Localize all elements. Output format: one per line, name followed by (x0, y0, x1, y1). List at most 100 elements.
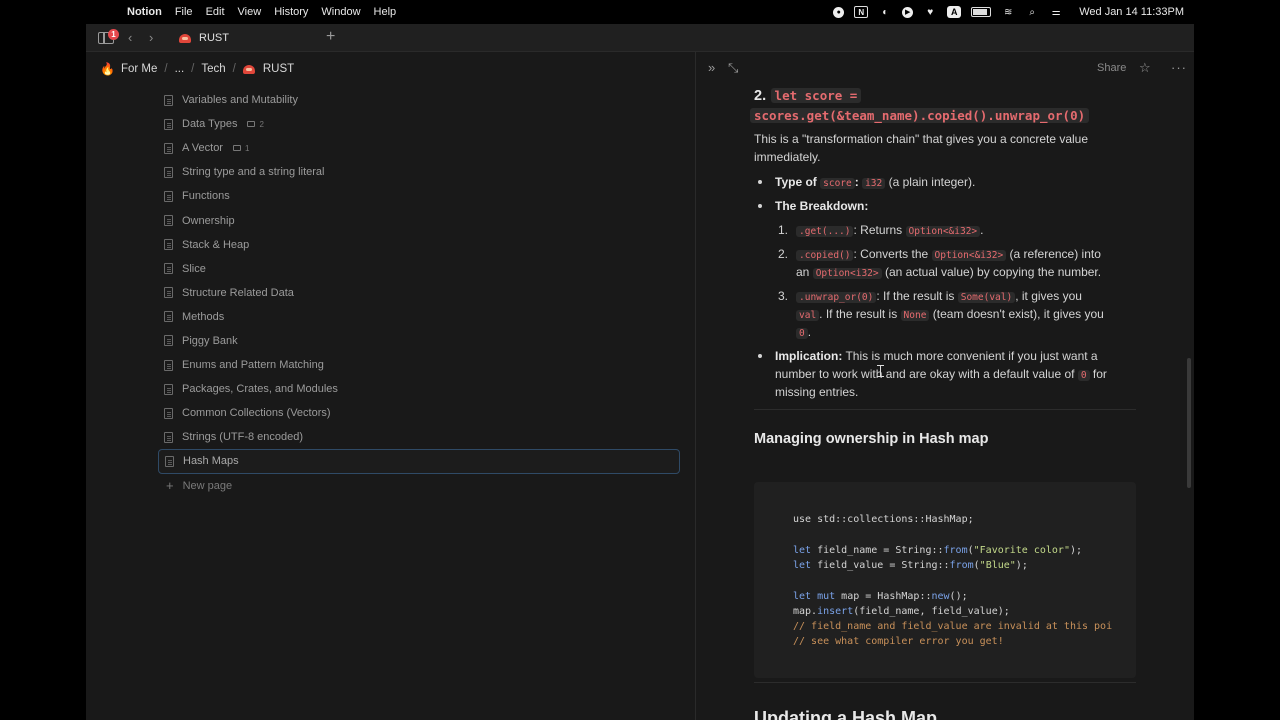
list-item[interactable]: Common Collections (Vectors) (158, 401, 680, 425)
breadcrumb-for-me[interactable]: For Me (121, 63, 157, 75)
bullet-implication-cont-2: missing entries. (775, 383, 1138, 401)
expand-icon[interactable]: ⤡ (728, 60, 738, 76)
breadcrumb-ellipsis[interactable]: ... (175, 63, 185, 75)
tab-rust[interactable]: RUST (168, 24, 318, 52)
list-item[interactable]: Methods (158, 305, 680, 329)
code-line: let field_name = String::from("Favorite … (793, 545, 1083, 556)
control-center-icon[interactable]: ⚌ (1049, 6, 1063, 18)
menu-edit[interactable]: Edit (206, 6, 225, 18)
breadcrumb-tech[interactable]: Tech (201, 63, 225, 75)
menu-file[interactable]: File (175, 6, 193, 18)
bullet-implication-cont: number to work with and are okay with a … (775, 365, 1138, 385)
heading-code-line-1: let score = (770, 88, 862, 103)
star-icon[interactable]: ☆ (1139, 60, 1151, 76)
list-item[interactable]: Variables and Mutability (158, 88, 680, 112)
scrollbar[interactable] (1187, 358, 1191, 488)
share-button[interactable]: Share (1097, 62, 1126, 74)
type-label: Type of (775, 175, 817, 189)
clock[interactable]: Wed Jan 14 11:33PM (1079, 6, 1184, 18)
implication-label: Implication: (775, 349, 843, 363)
section-heading: Managing ownership in Hash map (754, 431, 989, 447)
list-item[interactable]: A Vector 1 (158, 136, 680, 160)
close-peek-icon[interactable]: » (708, 60, 715, 75)
back-arrow-icon[interactable]: ‹ (128, 30, 132, 46)
page-icon (164, 263, 173, 275)
section-heading-2: Updating a Hash Map (754, 708, 938, 720)
a-icon[interactable]: A (947, 6, 962, 18)
list-item[interactable]: Functions (158, 184, 680, 208)
list-item[interactable]: Enums and Pattern Matching (158, 353, 680, 377)
inline-code: Option<&i32> (931, 250, 1007, 261)
app-menu[interactable]: Notion (127, 6, 162, 18)
code-line: let field_value = String::from("Blue"); (793, 560, 1028, 571)
list-item-selected[interactable]: Hash Maps (158, 449, 680, 474)
list-item[interactable]: Strings (UTF-8 encoded) (158, 425, 680, 449)
implication-text: number to work with and are okay with a … (775, 367, 1075, 381)
crab-icon (179, 33, 191, 43)
list-item[interactable]: Piggy Bank (158, 329, 680, 353)
intro-paragraph: This is a "transformation chain" that gi… (754, 132, 1089, 164)
page-title: Data Types (182, 118, 238, 131)
list-item[interactable]: Stack & Heap (158, 233, 680, 257)
heart-icon[interactable]: ♥ (923, 6, 937, 18)
left-pane: 🔥 For Me / ... / Tech / RUST Variables a… (86, 52, 696, 720)
page-icon (164, 142, 173, 154)
forward-arrow-icon[interactable]: › (149, 30, 153, 46)
inline-code: .unwrap_or(0) (796, 292, 877, 303)
step-2: 2. .copied(): Converts the Option<&i32> … (778, 247, 1101, 261)
list-item[interactable]: Ownership (158, 208, 680, 232)
step-3: 3. .unwrap_or(0): If the result is Some(… (778, 289, 1082, 303)
code-line: map.insert(field_name, field_value); (793, 606, 1010, 617)
list-item[interactable]: Data Types 2 (158, 112, 680, 136)
search-icon[interactable]: ⌕ (1025, 6, 1039, 18)
notion-icon[interactable]: N (854, 6, 869, 18)
crab-icon (242, 64, 255, 74)
list-item[interactable]: Structure Related Data (158, 281, 680, 305)
breadcrumb: 🔥 For Me / ... / Tech / RUST (100, 62, 295, 76)
list-item[interactable]: Slice (158, 257, 680, 281)
page-title: Strings (UTF-8 encoded) (182, 431, 304, 444)
page-icon (164, 359, 173, 371)
inline-code: Option<i32> (812, 268, 882, 279)
wifi-icon[interactable]: ≋ (1001, 6, 1015, 18)
divider (754, 682, 1136, 683)
comment-count-value: 1 (244, 143, 250, 153)
record-icon[interactable]: ● (833, 6, 845, 18)
notion-window: 1 ‹ › RUST + 🔥 For Me / ... / Tech / RUS… (86, 24, 1194, 720)
step-text: (an actual value) by copying the number. (884, 265, 1102, 279)
new-page-label: New page (182, 479, 233, 492)
inline-code: 0 (796, 328, 808, 339)
code-block[interactable]: use std::collections::HashMap; let field… (754, 482, 1136, 678)
breadcrumb-rust[interactable]: RUST (263, 63, 294, 75)
page-icon (164, 383, 173, 395)
menu-help[interactable]: Help (374, 6, 397, 18)
page-icon (165, 455, 174, 467)
step-3-cont: val. If the result is None (team doesn't… (796, 305, 1136, 325)
heading-step-2: 2. let score = (754, 86, 1138, 106)
page-title: Enums and Pattern Matching (182, 359, 324, 372)
half-circle-icon[interactable]: ◐ (878, 6, 892, 18)
page-title: Packages, Crates, and Modules (182, 383, 338, 396)
menu-window[interactable]: Window (321, 6, 360, 18)
menu-view[interactable]: View (238, 6, 262, 18)
page-title: Structure Related Data (182, 286, 294, 299)
page-icon (164, 431, 173, 443)
list-item[interactable]: String type and a string literal (158, 160, 680, 184)
page-icon (164, 215, 173, 227)
step-text: , it gives you (1015, 289, 1082, 303)
code-line: use std::collections::HashMap; (793, 514, 974, 525)
play-icon[interactable]: ▶ (902, 6, 914, 18)
step-text: (team doesn't exist), it gives you (932, 307, 1104, 321)
more-icon[interactable]: ··· (1171, 60, 1187, 75)
type-description: (a plain integer). (888, 175, 976, 189)
list-item[interactable]: Packages, Crates, and Modules (158, 377, 680, 401)
menu-bar: Notion File Edit View History Window Hel… (0, 0, 1280, 24)
inline-code: .copied() (796, 250, 854, 261)
right-pane: » ⤡ Share ☆ ··· 2. let score = scores.ge… (696, 52, 1194, 720)
battery-icon[interactable] (971, 7, 992, 17)
inline-code: Option<&i32> (905, 226, 981, 237)
new-page-button[interactable]: + New page (158, 474, 680, 498)
page-title: Slice (182, 262, 206, 275)
new-tab-icon[interactable]: + (326, 29, 335, 45)
menu-history[interactable]: History (274, 6, 308, 18)
